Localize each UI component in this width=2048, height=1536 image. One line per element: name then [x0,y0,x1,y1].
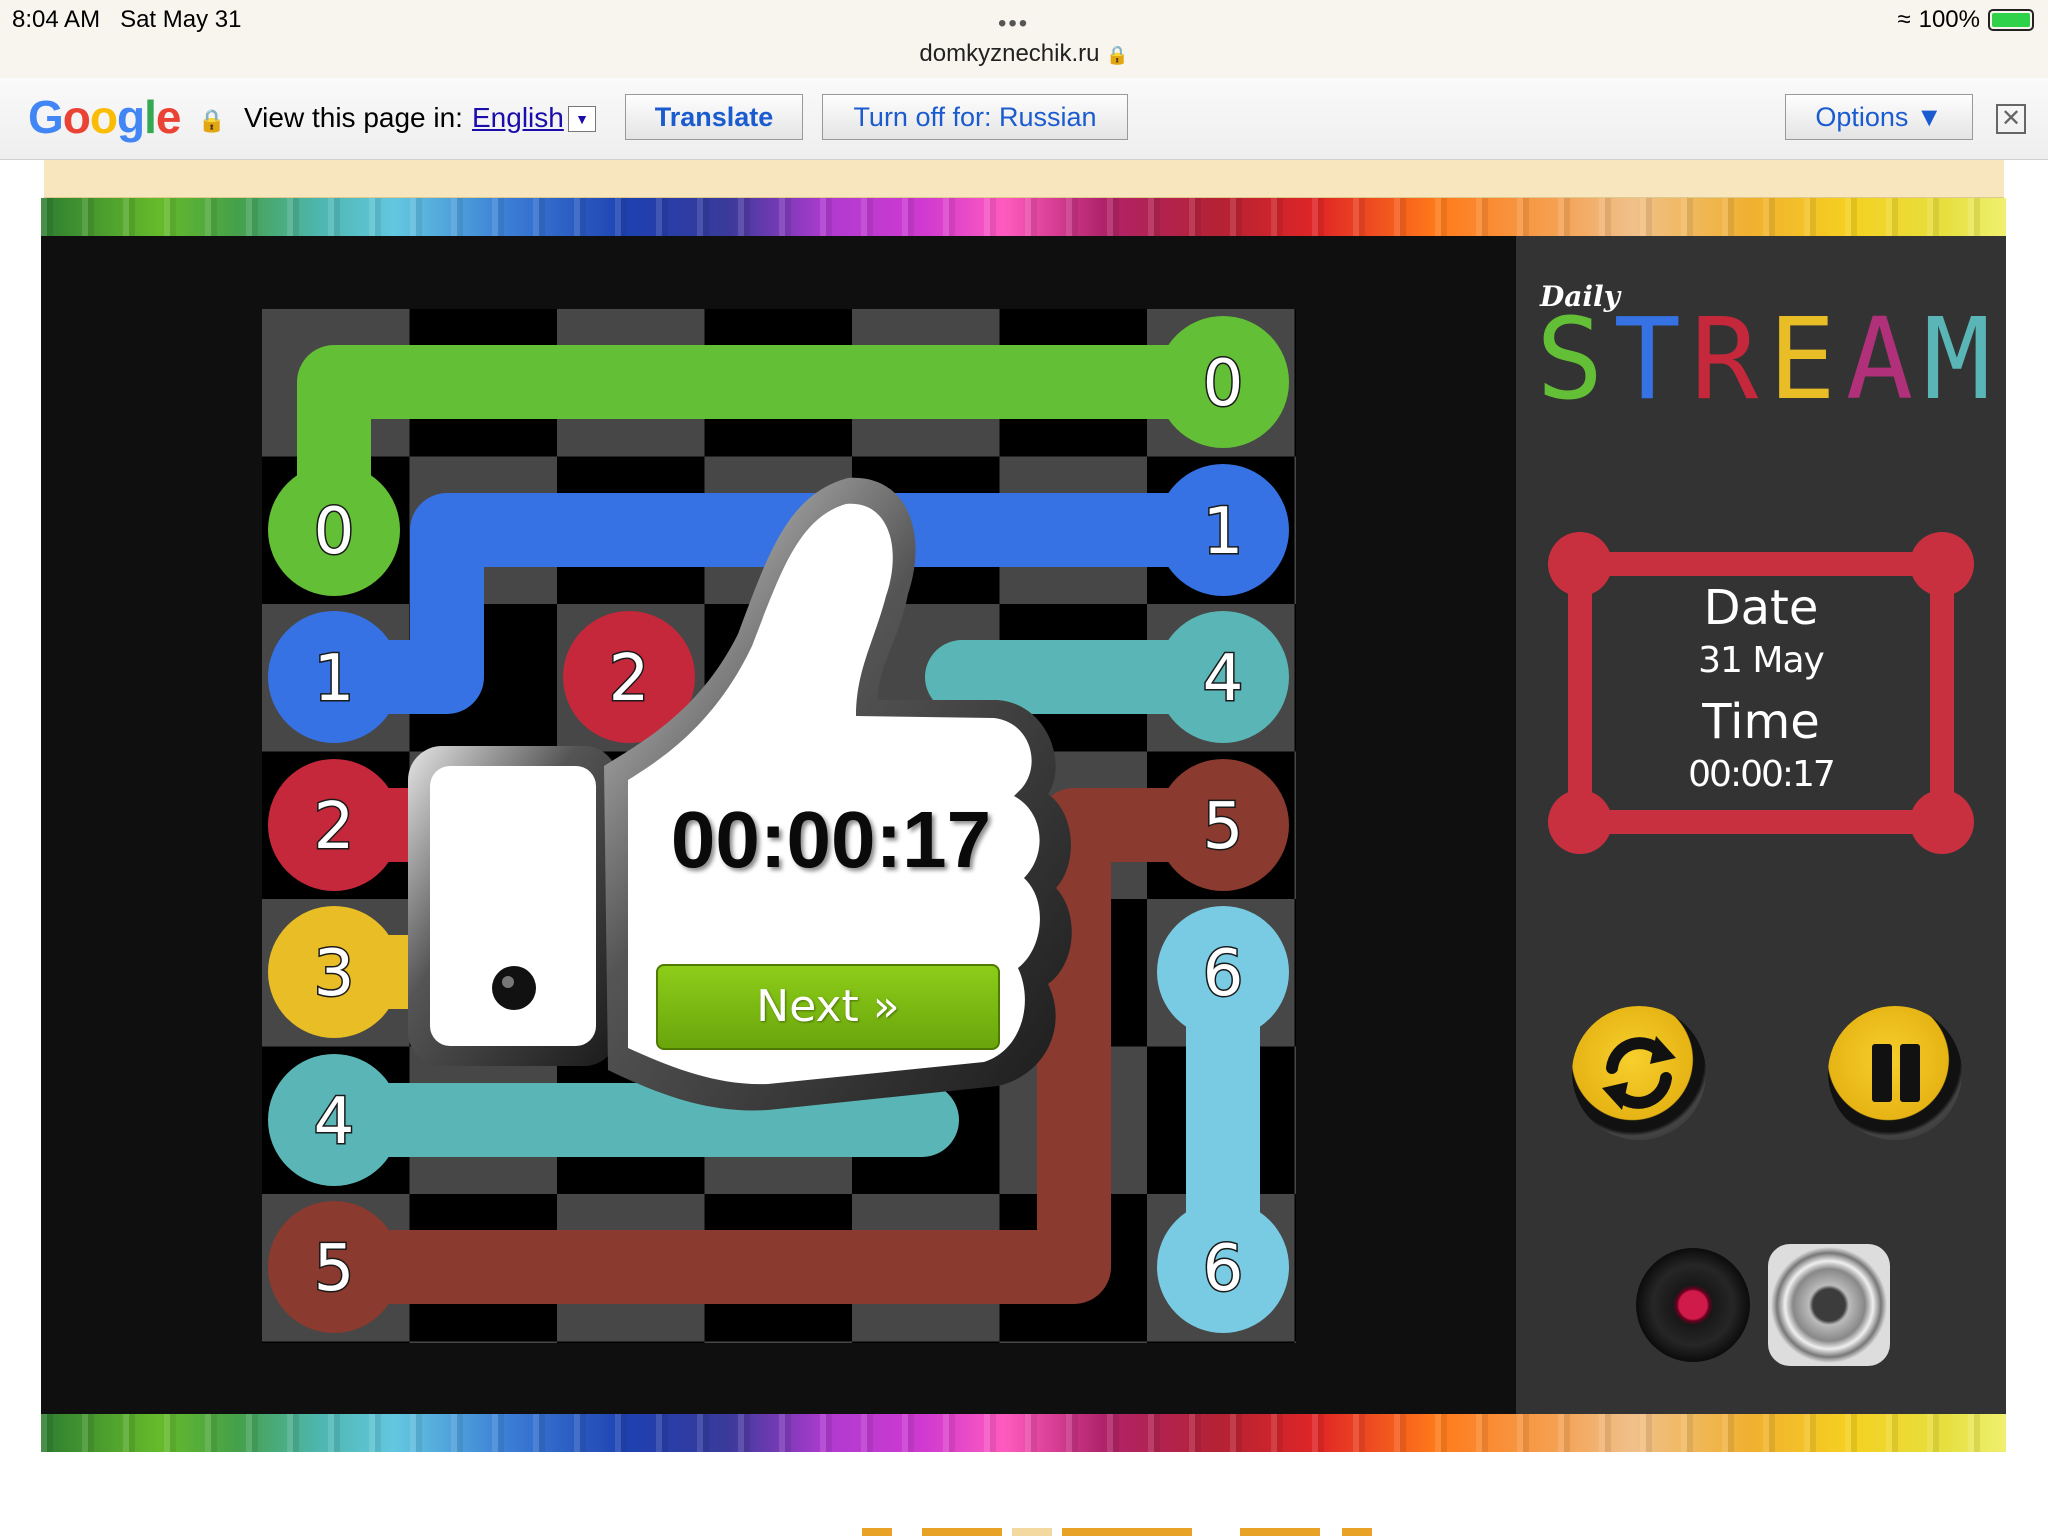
status-time: 8:04 AM Sat May 31 [12,6,242,33]
pause-button[interactable] [1828,1006,1962,1140]
pause-icon [1900,1044,1920,1102]
view-page-label: View this page in: [244,102,463,133]
pager-mark [1062,1528,1192,1536]
date-value: 31 May [1698,640,1825,681]
logo-letter: A [1845,295,1924,425]
logo-letter: M [1923,295,2001,425]
node-label: 6 [1203,1232,1244,1306]
node-label: 5 [1203,790,1244,864]
lock-icon: 🔒 [1106,45,1129,65]
close-icon[interactable]: ✕ [1996,104,2026,134]
node-label: 1 [314,642,355,716]
translate-bar: Google 🔒 View this page in: English ▼ Tr… [0,78,2048,160]
options-button[interactable]: Options ▼ [1785,94,1973,140]
google-logo: Google [28,91,181,143]
refresh-icon [1602,1036,1676,1110]
battery-icon [1988,9,2034,31]
pager-mark [1012,1528,1052,1536]
music-toggle-icon[interactable] [1636,1248,1750,1362]
ios-status-bar: 8:04 AM Sat May 31 ••• domkyznechik.ru 🔒… [0,0,2048,78]
logo-stream: STREAM [1536,304,2001,416]
crayon-border-bottom [41,1414,2006,1452]
node-label: 4 [1203,642,1244,716]
logo-letter: T [1613,295,1691,425]
time-value: 00:00:17 [1688,754,1836,795]
pager-mark [1342,1528,1372,1536]
lock-icon: 🔒 [198,108,226,133]
node-label: 6 [1203,937,1244,1011]
next-button[interactable]: Next » [656,964,1000,1050]
pager-mark [922,1528,1002,1536]
crayon-border-top [41,198,2006,236]
node-label: 5 [314,1232,355,1306]
logo-letter: R [1690,295,1769,425]
address-bar[interactable]: domkyznechik.ru 🔒 [0,40,2048,68]
page-header-strip [44,160,2004,198]
tab-dots-icon[interactable]: ••• [998,10,1029,38]
status-right: ≈ 100% [1897,6,2034,34]
date-label: Date [1703,580,1819,636]
logo-letter: E [1768,295,1846,425]
node-label: 0 [1203,347,1244,421]
language-dropdown-icon[interactable]: ▼ [568,106,596,132]
translate-button[interactable]: Translate [625,94,803,140]
wifi-icon: ≈ [1897,6,1911,33]
language-link[interactable]: English [472,102,564,134]
pager-mark [862,1528,892,1536]
node-label: 0 [314,495,355,569]
logo-letter: S [1536,295,1614,425]
turn-off-button[interactable]: Turn off for: Russian [822,94,1128,140]
battery-percent: 100% [1918,6,1980,33]
pager-mark [1240,1528,1320,1536]
pause-icon [1872,1044,1892,1102]
node-label: 1 [1203,495,1244,569]
restart-button[interactable] [1572,1006,1706,1140]
sound-toggle-icon[interactable] [1768,1244,1890,1366]
node-label: 4 [314,1085,355,1159]
result-time: 00:00:17 [670,795,992,884]
node-label: 3 [314,937,355,1011]
time-label: Time [1702,694,1820,750]
node-label: 2 [314,790,355,864]
